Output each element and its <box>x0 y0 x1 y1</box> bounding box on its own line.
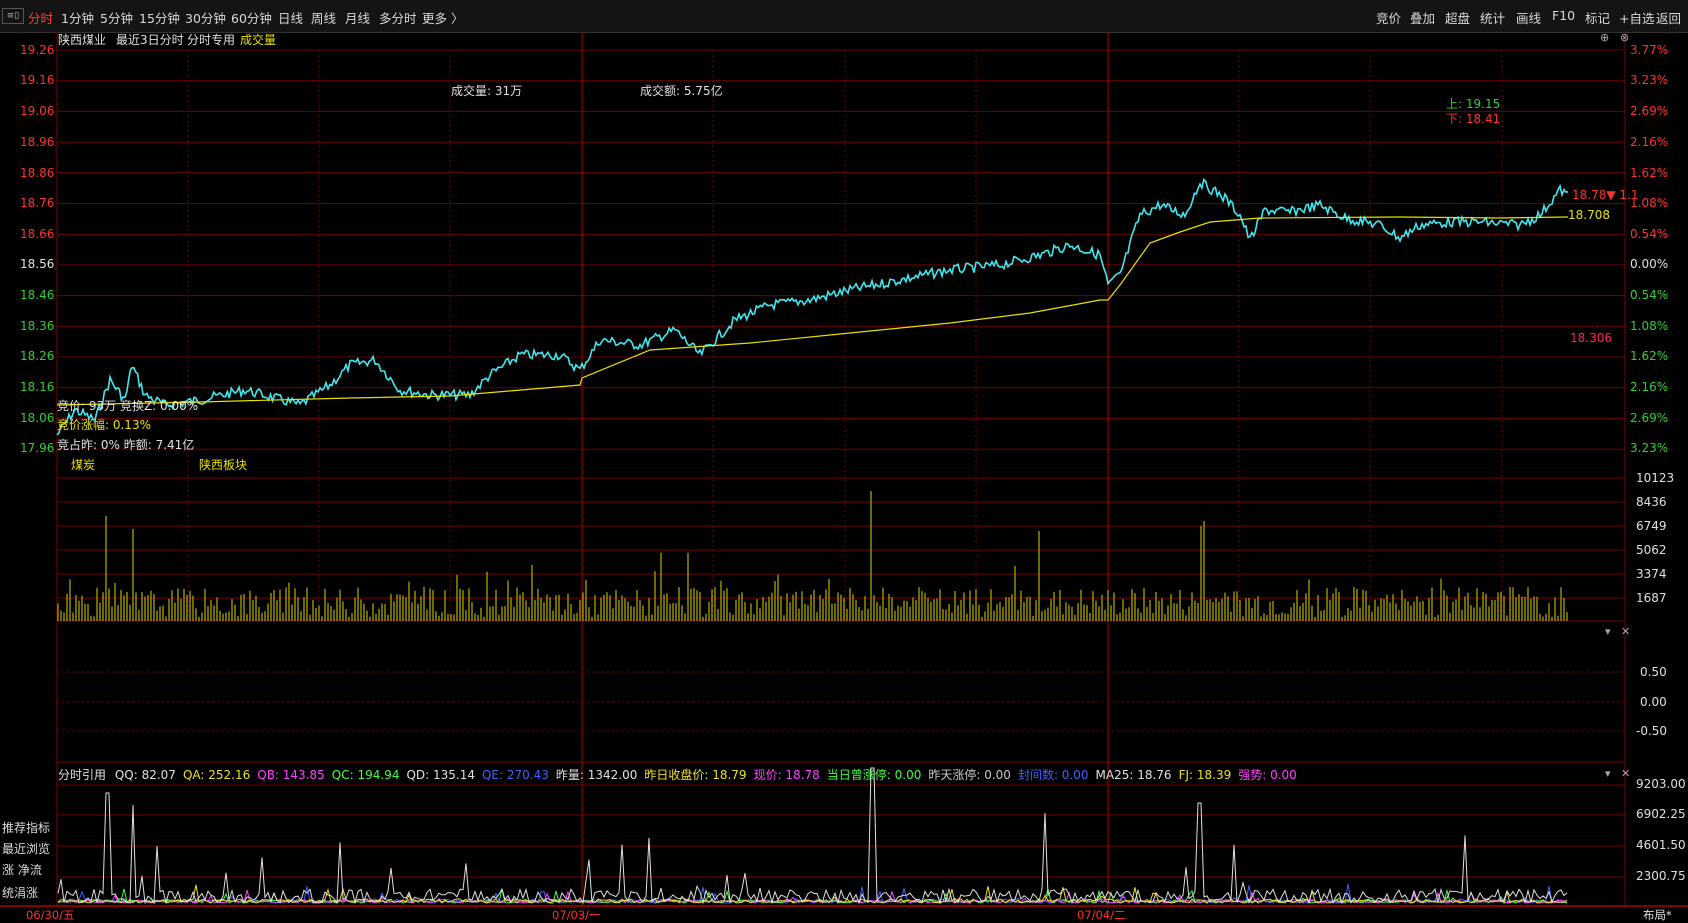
indicator-value: MA25: 18.76 <box>1095 768 1172 782</box>
qq-line <box>57 767 1568 905</box>
pct-tick: 1.08% <box>1630 319 1669 333</box>
indicator-value: QE: 270.43 <box>481 768 549 782</box>
stock-name: 陕西煤业 <box>58 33 107 47</box>
indicator-value: FJ: 18.39 <box>1178 768 1232 782</box>
bottom-tick: 2300.75 <box>1636 869 1686 883</box>
price-tick: 18.46 <box>20 288 55 302</box>
price-tick: 18.76 <box>20 196 55 210</box>
panel-close-icon[interactable]: ✕ <box>1621 625 1630 638</box>
side-tab-recommend[interactable]: 推荐指标 <box>2 819 54 836</box>
volume-tick: 8436 <box>1636 495 1667 509</box>
panel-close-icon[interactable]: ⊗ <box>1620 31 1629 44</box>
auction-ratio: 竞占昨: 0% 昨额: 7.41亿 <box>57 438 195 452</box>
indicator-value: QQ: 82.07 <box>114 768 176 782</box>
price-tick: 17.96 <box>20 441 55 455</box>
pct-tick: 2.16% <box>1630 380 1669 394</box>
bottom-tick: 4601.50 <box>1636 838 1686 852</box>
pct-tick: 3.23% <box>1630 73 1669 87</box>
date-label: 07/04/二 <box>1077 908 1126 922</box>
price-tick: 18.86 <box>20 166 55 180</box>
auction-volume: 竞价: 93万 竞换Z: 0.00% <box>57 399 199 413</box>
bottom-tick: 6902.25 <box>1636 807 1686 821</box>
side-tab-stat[interactable]: 统涓涨 <box>2 884 54 901</box>
pct-tick: 0.54% <box>1630 288 1669 302</box>
mid-tick: 0.00 <box>1640 695 1667 709</box>
pct-tick: 3.23% <box>1630 441 1669 455</box>
pct-tick: 0.54% <box>1630 227 1669 241</box>
price-tick: 19.26 <box>20 43 55 57</box>
chart-canvas[interactable] <box>0 0 1688 922</box>
indicator-value: QB: 143.85 <box>257 768 325 782</box>
volume-tick: 5062 <box>1636 543 1667 557</box>
price-tick: 18.66 <box>20 227 55 241</box>
indicator-value: 封间数: 0.00 <box>1017 768 1089 782</box>
side-tab-netflow[interactable]: 涨 净流 <box>2 861 54 878</box>
price-tick: 18.06 <box>20 411 55 425</box>
pct-tick: 1.08% <box>1630 196 1669 210</box>
amount-total: 成交额: 5.75亿 <box>640 84 723 98</box>
date-label: 07/03/一 <box>552 908 601 922</box>
bottom-tick: 9203.00 <box>1636 777 1686 791</box>
template-name[interactable]: 分时专用 <box>187 31 235 48</box>
chart-mode: 最近3日分时 <box>116 33 184 47</box>
price-tick: 18.56 <box>20 257 55 271</box>
panel-close-icon[interactable]: ✕ <box>1621 767 1630 780</box>
volume-tick: 1687 <box>1636 591 1667 605</box>
avg-price-line <box>56 216 1569 406</box>
sector-coal[interactable]: 煤炭 <box>71 456 95 473</box>
volume-tick: 10123 <box>1636 471 1675 485</box>
mid-tick: -0.50 <box>1636 724 1668 738</box>
pct-tick: 1.62% <box>1630 349 1669 363</box>
layout-button[interactable]: 布局* <box>1643 907 1672 923</box>
price-tick: 18.96 <box>20 135 55 149</box>
indicator-value: QD: 135.14 <box>406 768 475 782</box>
price-tick: 19.16 <box>20 73 55 87</box>
lower-limit-label: 下: 18.41 <box>1446 112 1501 126</box>
indicator-title[interactable]: 分时引用 <box>58 768 106 782</box>
pct-tick: 3.77% <box>1630 43 1669 57</box>
price-tick: 18.26 <box>20 349 55 363</box>
avg-price-tag: 18.708 <box>1568 208 1610 222</box>
indicator-bar: 分时引用 QQ: 82.07 QA: 252.16 QB: 143.85 QC: 19… <box>58 766 1304 783</box>
side-tab-recent[interactable]: 最近浏览 <box>2 840 54 857</box>
price-tick: 19.06 <box>20 104 55 118</box>
indicator-value: QC: 194.94 <box>331 768 400 782</box>
current-price-tag: 18.78▼ 1.1 <box>1572 188 1639 202</box>
date-label: 06/30/五 <box>26 908 75 922</box>
sector-shaanxi[interactable]: 陕西板块 <box>199 456 247 473</box>
price-tick: 18.16 <box>20 380 55 394</box>
auction-change: 竞价涨幅: 0.13% <box>57 418 151 432</box>
indicator-value: 现价: 18.78 <box>753 768 820 782</box>
ref-price-tag: 18.306 <box>1570 331 1612 345</box>
panel-add-icon[interactable]: ⊕ <box>1600 31 1609 44</box>
indicator-value: 昨日收盘价: 18.79 <box>644 768 747 782</box>
indicator-value: 昨天涨停: 0.00 <box>928 768 1011 782</box>
indicator-name[interactable]: 成交量 <box>240 31 276 48</box>
indicator-value: 昨量: 1342.00 <box>555 768 638 782</box>
pct-tick: 2.16% <box>1630 135 1669 149</box>
volume-tick: 3374 <box>1636 567 1667 581</box>
indicator-value: 强势: 0.00 <box>1238 768 1297 782</box>
indicator-value: 当日曾涨停: 0.00 <box>826 768 922 782</box>
pct-tick: 0.00% <box>1630 257 1669 271</box>
price-tick: 18.36 <box>20 319 55 333</box>
pct-tick: 2.69% <box>1630 411 1669 425</box>
pct-tick: 1.62% <box>1630 166 1669 180</box>
volume-total: 成交量: 31万 <box>451 84 523 98</box>
pct-tick: 2.69% <box>1630 104 1669 118</box>
volume-tick: 6749 <box>1636 519 1667 533</box>
mid-tick: 0.50 <box>1640 665 1667 679</box>
panel-menu-icon[interactable]: ▾ <box>1605 625 1611 638</box>
indicator-value: QA: 252.16 <box>182 768 251 782</box>
panel-menu-icon[interactable]: ▾ <box>1605 767 1611 780</box>
